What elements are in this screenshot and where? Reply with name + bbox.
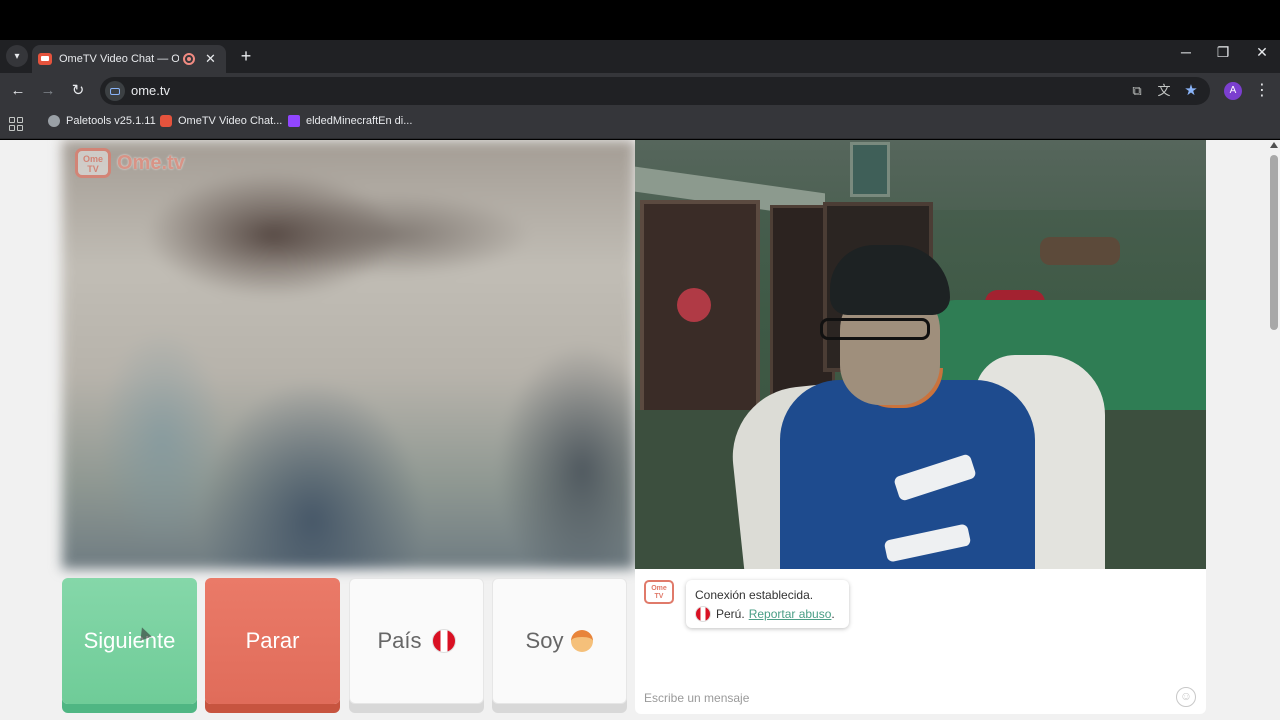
peru-flag-icon: [431, 629, 456, 653]
peru-flag-icon: [695, 605, 711, 622]
country-button[interactable]: País: [349, 578, 484, 704]
browser-tab[interactable]: OmeTV Video Chat — Ome ✕: [32, 45, 226, 73]
gender-label: Soy: [525, 628, 564, 653]
bookmark-label: OmeTV Video Chat...: [178, 115, 283, 127]
maximize-icon[interactable]: ❐: [1211, 44, 1235, 61]
apps-grid-icon[interactable]: [9, 117, 23, 131]
message-input[interactable]: [635, 682, 1206, 714]
partner-country: Perú.: [716, 606, 745, 621]
ometv-favicon-icon: [38, 53, 52, 65]
boy-emoji-icon: [571, 630, 594, 652]
plus-icon[interactable]: +: [236, 46, 256, 67]
bookmark-ometv[interactable]: OmeTV Video Chat...: [160, 115, 282, 127]
ometv-chat-icon: Ome TV: [644, 580, 674, 604]
close-icon[interactable]: ✕: [205, 51, 216, 67]
ometv-favicon-icon: [160, 115, 172, 127]
top-black-bar: [0, 0, 1280, 40]
bookmark-label: Paletools v25.1.11: [66, 115, 156, 127]
forward-arrow-icon[interactable]: →: [37, 80, 59, 102]
bookmark-label: eldedMinecraftEn di...: [306, 115, 413, 127]
connection-status: Conexión establecida.: [695, 587, 814, 602]
profile-avatar[interactable]: A: [1224, 82, 1242, 100]
tab-title: OmeTV Video Chat — Ome: [59, 53, 179, 65]
page-scrollbar[interactable]: [1268, 140, 1280, 720]
star-icon[interactable]: ★: [1181, 81, 1201, 101]
logo-tv-icon: Ome TV: [75, 148, 111, 178]
url-text[interactable]: ome.tv: [131, 83, 170, 98]
scroll-up-arrow-icon[interactable]: [1270, 142, 1278, 148]
page-viewport: Ome TV Ome.tv Siguiente Parar País Soy O: [0, 140, 1268, 720]
chevron-down-icon[interactable]: ▾: [6, 45, 28, 67]
report-abuse-link[interactable]: Reportar abuso: [749, 607, 832, 621]
local-webcam-video: [635, 140, 1206, 569]
next-button[interactable]: Siguiente: [62, 578, 197, 704]
reload-icon[interactable]: ↻: [67, 80, 89, 102]
remote-video-blurred: [62, 140, 635, 569]
install-app-icon[interactable]: ⧉: [1127, 81, 1147, 101]
back-arrow-icon[interactable]: ←: [7, 80, 29, 102]
twitch-icon: [288, 115, 300, 127]
scroll-thumb[interactable]: [1270, 155, 1278, 330]
emoji-picker-icon[interactable]: ☺: [1176, 687, 1196, 707]
chat-panel: Ome TV Conexión establecida. Perú. Repor…: [635, 569, 1206, 714]
window-close-icon[interactable]: ✕: [1250, 44, 1274, 61]
bookmark-paletools[interactable]: Paletools v25.1.11: [48, 115, 156, 127]
browser-toolbar: ← → ↻ ome.tv ⧉ 文 ★: [0, 73, 1280, 109]
stop-label: Parar: [245, 628, 300, 653]
system-message: Conexión establecida. Perú. Reportar abu…: [686, 580, 849, 628]
translate-icon[interactable]: 文: [1154, 81, 1174, 101]
country-label: País: [377, 628, 422, 653]
gender-button[interactable]: Soy: [492, 578, 627, 704]
globe-icon: [48, 115, 60, 127]
bookmark-twitch[interactable]: eldedMinecraftEn di...: [288, 115, 412, 127]
recording-icon: [183, 53, 195, 65]
stop-button[interactable]: Parar: [205, 578, 340, 704]
logo-text: Ome.tv: [117, 151, 185, 174]
kebab-menu-icon[interactable]: ⋮: [1254, 80, 1270, 100]
report-period: .: [831, 606, 835, 621]
bookmarks-bar: Paletools v25.1.11 OmeTV Video Chat... e…: [0, 109, 1280, 139]
ometv-logo[interactable]: Ome TV Ome.tv: [75, 148, 185, 178]
tab-strip: ▾ OmeTV Video Chat — Ome ✕ + ─ ❐ ✕: [0, 40, 1280, 73]
next-label: Siguiente: [83, 628, 176, 653]
address-bar[interactable]: ome.tv ⧉ 文 ★: [100, 77, 1210, 105]
site-info-icon[interactable]: [105, 81, 125, 101]
minimize-icon[interactable]: ─: [1174, 44, 1198, 60]
